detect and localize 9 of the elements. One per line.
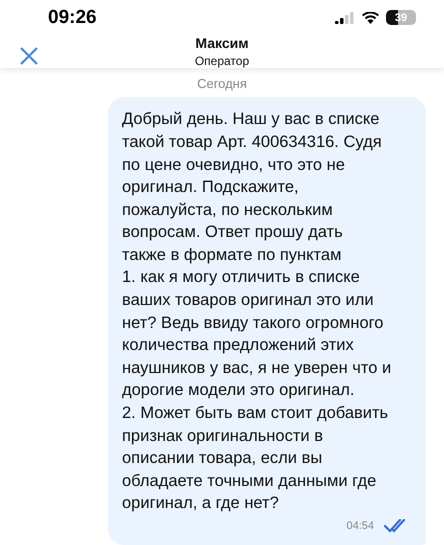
wifi-icon	[362, 12, 379, 24]
close-icon	[20, 47, 38, 66]
contact-name: Максим	[195, 35, 249, 52]
contact-role: Оператор	[194, 54, 250, 68]
signal-icon	[335, 12, 355, 24]
message-time: 04:54	[346, 520, 374, 532]
clock-time: 09:26	[48, 6, 97, 29]
date-divider: Сегодня	[197, 76, 247, 92]
message-text: Добрый день. Наш у вас в списке такой товар Арт. 400634316. Судя по цене очевидно, что это не оригинал. Подскажите, пожалуйста, по нескольким вопросам. Ответ прошу дать также в формате по пунктам 1. как я могу отличить в списке ваших товаров оригинал это или нет? Ведь ввиду такого огромного количества предложений этих наушников у вас, я не уверен что и дорогие модели это оригинал. 2. Может быть вам стоит добавить признак оригинальности в описании товара, если вы обладаете точными данными где оригинал, а где нет?	[122, 109, 392, 514]
